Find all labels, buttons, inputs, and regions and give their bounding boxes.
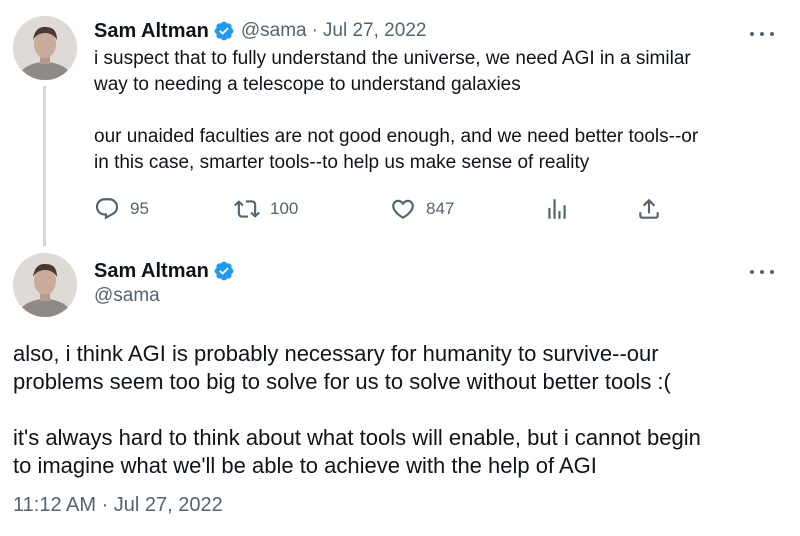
thread-connector-line	[43, 86, 46, 246]
retweet-button[interactable]: 100	[234, 194, 298, 224]
tweet-text: also, i think AGI is probably necessary …	[13, 340, 783, 480]
more-options-icon[interactable]	[750, 24, 774, 44]
author-name[interactable]: Sam Altman	[94, 260, 209, 283]
tweet-paragraph: our unaided faculties are not good enoug…	[94, 126, 699, 173]
tweet-date[interactable]: Jul 27, 2022	[323, 20, 427, 42]
retweet-icon	[234, 200, 260, 218]
heart-icon	[392, 199, 414, 219]
like-button[interactable]: 847	[390, 194, 454, 224]
avatar[interactable]	[13, 16, 77, 80]
tweet-text: i suspect that to fully understand the u…	[94, 46, 784, 176]
author-handle[interactable]: @sama	[241, 20, 307, 42]
avatar-photo	[13, 16, 77, 80]
verified-badge-icon	[213, 20, 235, 42]
reply-button[interactable]: 95	[94, 194, 149, 224]
tweet-paragraph: it's always hard to think about what too…	[13, 425, 701, 478]
tweet-actions-bar: 95 100 847	[94, 194, 664, 224]
analytics-icon	[548, 199, 566, 219]
tweet-header: Sam Altman @sama · Jul 27, 2022	[94, 16, 426, 46]
retweet-count: 100	[270, 199, 299, 218]
tweet-timestamp[interactable]: 11:12 AM · Jul 27, 2022	[13, 494, 223, 517]
analytics-button[interactable]	[544, 194, 570, 224]
avatar-photo	[13, 253, 77, 317]
author-handle[interactable]: @sama	[94, 285, 160, 307]
reply-icon	[95, 198, 119, 220]
author-name[interactable]: Sam Altman	[94, 20, 209, 43]
tweet-header: Sam Altman	[94, 256, 235, 286]
tweet-paragraph: also, i think AGI is probably necessary …	[13, 341, 671, 394]
like-count: 847	[426, 199, 455, 218]
tweet-paragraph: i suspect that to fully understand the u…	[94, 48, 691, 95]
meta-separator: ·	[311, 20, 318, 41]
verified-badge-icon	[213, 260, 235, 282]
share-icon	[639, 198, 659, 219]
share-button[interactable]	[636, 194, 662, 224]
reply-count: 95	[130, 199, 149, 218]
more-options-icon[interactable]	[750, 262, 774, 282]
avatar[interactable]	[13, 253, 77, 317]
